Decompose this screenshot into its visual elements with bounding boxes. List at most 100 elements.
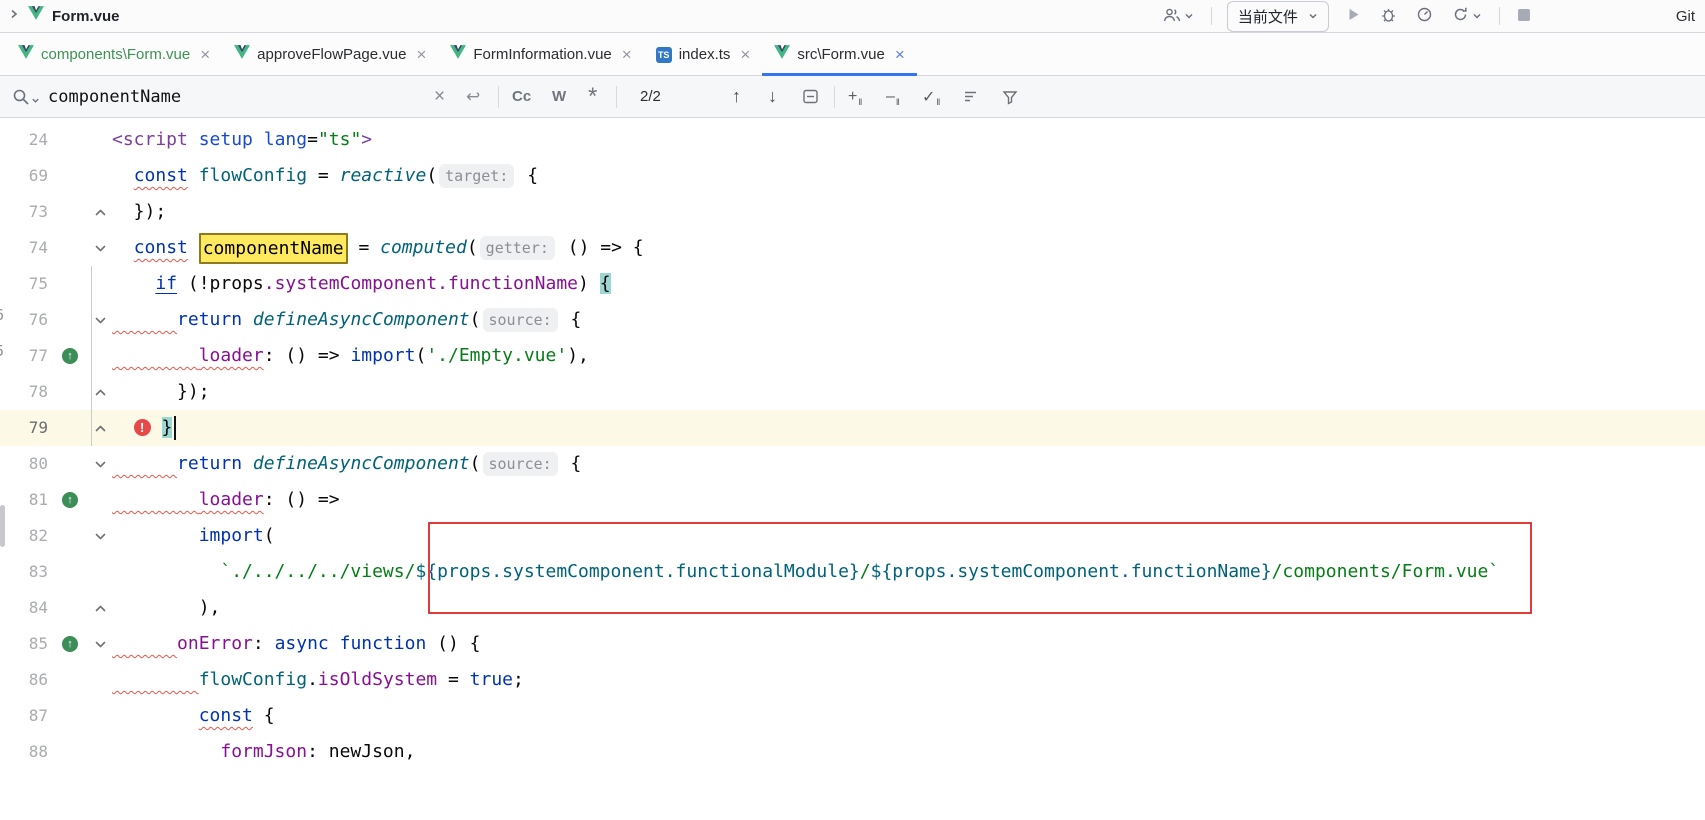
gutter-arrow-icon[interactable]: ↑ xyxy=(62,492,78,508)
tab-close-icon[interactable]: × xyxy=(622,46,632,63)
users-icon xyxy=(1163,7,1181,26)
git-widget[interactable]: Git xyxy=(1676,8,1695,25)
remove-occurrence-button[interactable]: –II xyxy=(886,76,899,117)
line-number[interactable]: 69 xyxy=(0,158,48,194)
line-number[interactable]: 81 xyxy=(0,482,48,518)
editor-tab[interactable]: components\Form.vue× xyxy=(6,33,222,75)
search-icon[interactable] xyxy=(12,76,40,117)
editor-tab[interactable]: FormInformation.vue × xyxy=(438,33,643,75)
find-bar: componentName × ↩ Cc W * 2/2 ↑ ↓ +II –II… xyxy=(0,76,1705,118)
run-config-selector[interactable]: 当前文件 xyxy=(1227,1,1329,32)
fold-marker[interactable] xyxy=(88,518,112,554)
line-number[interactable]: 82 xyxy=(0,518,48,554)
line-number[interactable]: 77 xyxy=(0,338,48,374)
tab-close-icon[interactable]: × xyxy=(200,46,210,63)
fold-marker[interactable] xyxy=(88,230,112,266)
clear-search-button[interactable]: × xyxy=(434,76,445,117)
code-line[interactable]: 73 }); xyxy=(0,194,1705,230)
code-line[interactable]: 69 const flowConfig = reactive(target: { xyxy=(0,158,1705,194)
line-number[interactable]: 86 xyxy=(0,662,48,698)
tab-close-icon[interactable]: × xyxy=(895,46,905,63)
matched-brace: { xyxy=(600,273,611,294)
fold-marker xyxy=(88,158,112,194)
collaboration-button[interactable] xyxy=(1161,5,1196,28)
line-number[interactable]: 24 xyxy=(0,122,48,158)
line-number[interactable]: 83 xyxy=(0,554,48,590)
stop-button[interactable] xyxy=(1515,6,1533,27)
line-number[interactable]: 73 xyxy=(0,194,48,230)
match-case-toggle[interactable]: Cc xyxy=(512,76,531,117)
prev-match-button[interactable]: ↑ xyxy=(732,76,741,117)
search-input[interactable]: componentName xyxy=(48,76,181,117)
code-line[interactable]: 75 if (!props.systemComponent.functionNa… xyxy=(0,266,1705,302)
line-number[interactable]: 78 xyxy=(0,374,48,410)
divider xyxy=(616,86,617,108)
line-number[interactable]: 76 xyxy=(0,302,48,338)
code-line[interactable]: 74 const componentName = computed(getter… xyxy=(0,230,1705,266)
next-match-button[interactable]: ↓ xyxy=(768,76,777,117)
fold-marker[interactable] xyxy=(88,626,112,662)
filter-search-button[interactable] xyxy=(1002,76,1018,117)
rerun-button[interactable] xyxy=(1450,4,1484,28)
code-line[interactable]: 77↑ loader: () => import('./Empty.vue'), xyxy=(0,338,1705,374)
code-text: import( xyxy=(112,518,1705,554)
window-title: Form.vue xyxy=(52,8,120,25)
code-line[interactable]: 86 flowConfig.isOldSystem = true; xyxy=(0,662,1705,698)
editor-tab[interactable]: src\Form.vue× xyxy=(762,33,916,75)
left-edge-artifact: 6 xyxy=(0,308,4,323)
whole-words-toggle[interactable]: W xyxy=(552,76,566,117)
code-line[interactable]: 83 `./../../../views/${props.systemCompo… xyxy=(0,554,1705,590)
fold-marker xyxy=(88,122,112,158)
gutter: ↑ xyxy=(48,482,88,518)
code-line[interactable]: 24<script setup lang="ts"> xyxy=(0,122,1705,158)
line-number[interactable]: 88 xyxy=(0,734,48,770)
project-chevron-icon[interactable] xyxy=(8,7,20,25)
fold-marker[interactable] xyxy=(88,194,112,230)
keep-occurrences-button[interactable]: ✓II xyxy=(922,76,939,117)
fold-marker[interactable] xyxy=(88,590,112,626)
tab-close-icon[interactable]: × xyxy=(416,46,426,63)
code-line[interactable]: 85 ↑ onError: async function () { xyxy=(0,626,1705,662)
select-all-matches-button[interactable] xyxy=(802,76,819,117)
gutter-arrow-icon[interactable]: ↑ xyxy=(62,348,78,364)
code-line[interactable]: 88 formJson: newJson, xyxy=(0,734,1705,770)
vue-file-icon xyxy=(234,45,250,64)
fold-marker xyxy=(88,734,112,770)
code-line[interactable]: 76 return defineAsyncComponent(source: { xyxy=(0,302,1705,338)
gauge-icon xyxy=(1416,6,1433,26)
editor-tab[interactable]: TSindex.ts× xyxy=(644,33,763,75)
code-text: loader: () => xyxy=(112,482,1705,518)
code-line[interactable]: 82 import( xyxy=(0,518,1705,554)
line-number[interactable]: 79 xyxy=(0,410,48,446)
run-button[interactable] xyxy=(1344,5,1363,27)
profiler-button[interactable] xyxy=(1414,4,1435,28)
editor-tab[interactable]: approveFlowPage.vue× xyxy=(222,33,438,75)
line-number[interactable]: 84 xyxy=(0,590,48,626)
search-options-button[interactable] xyxy=(962,76,979,117)
regex-toggle[interactable]: * xyxy=(588,76,597,117)
tab-close-icon[interactable]: × xyxy=(740,46,750,63)
line-number[interactable]: 74 xyxy=(0,230,48,266)
gutter-arrow-icon[interactable]: ↑ xyxy=(62,636,78,652)
line-number[interactable]: 80 xyxy=(0,446,48,482)
inlay-hint: source: xyxy=(483,308,558,332)
tab-label: FormInformation.vue xyxy=(473,46,611,63)
fold-marker[interactable] xyxy=(88,446,112,482)
code-line[interactable]: 79 ! } xyxy=(0,410,1705,446)
code-line[interactable]: 84 ), xyxy=(0,590,1705,626)
code-line[interactable]: 78 }); xyxy=(0,374,1705,410)
code-line[interactable]: 81 ↑ loader: () => xyxy=(0,482,1705,518)
search-history-button[interactable]: ↩ xyxy=(466,76,480,117)
debug-button[interactable] xyxy=(1378,4,1399,28)
line-number[interactable]: 75 xyxy=(0,266,48,302)
code-line[interactable]: 87 const { xyxy=(0,698,1705,734)
code-text: onError: async function () { xyxy=(112,626,1705,662)
line-number[interactable]: 87 xyxy=(0,698,48,734)
add-occurrence-button[interactable]: +II xyxy=(848,76,861,117)
error-icon[interactable]: ! xyxy=(134,419,151,436)
line-number[interactable]: 85 xyxy=(0,626,48,662)
chevron-down-icon xyxy=(1472,9,1482,24)
code-line[interactable]: 80 return defineAsyncComponent(source: { xyxy=(0,446,1705,482)
code-text: ), xyxy=(112,590,1705,626)
ide-window: Form.vue 当前文件 Git components\Form xyxy=(0,0,1705,820)
